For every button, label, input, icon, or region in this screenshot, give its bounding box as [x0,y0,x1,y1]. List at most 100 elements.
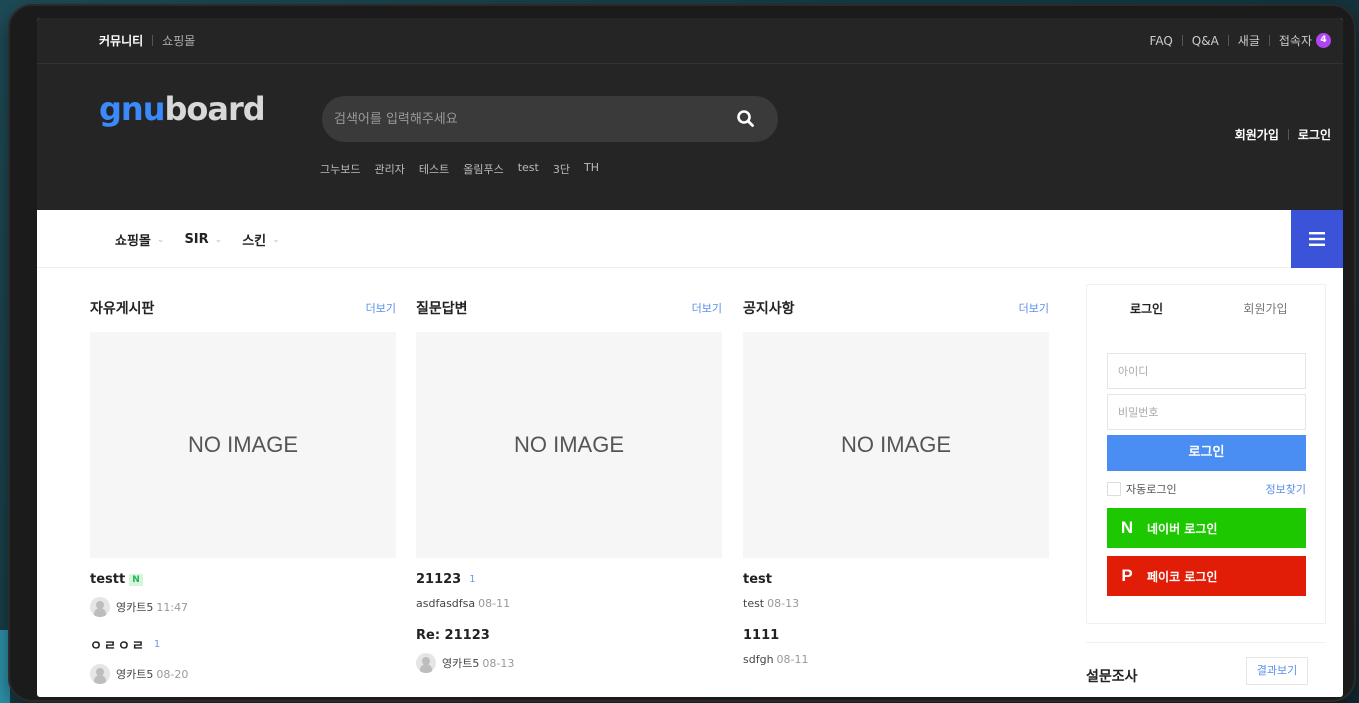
popular-keyword[interactable]: TH [584,161,599,177]
board-free: 자유게시판 더보기 NO IMAGE testt N 영카트5 11:47 ㅇㄹ… [90,298,396,684]
visitors-link[interactable]: 접속자 [1279,32,1312,49]
post-author[interactable]: asdfasdfsa [416,597,475,610]
nav-item-shop[interactable]: 쇼핑몰 ⌄ [115,230,164,249]
more-link[interactable]: 더보기 [692,300,722,316]
post-author[interactable]: 영카트5 [442,655,479,671]
post-title[interactable]: testt [90,572,125,587]
top-bar: 커뮤니티 쇼핑몰 FAQ Q&A 새글 접속자 4 [37,18,1343,64]
post-date: 08-13 [767,597,800,610]
tab-join[interactable]: 회원가입 [1206,285,1325,333]
list-item[interactable]: testt N 영카트5 11:47 [90,572,396,617]
menu-button[interactable] [1291,210,1343,268]
password-field[interactable] [1107,394,1306,430]
search-input[interactable] [334,106,714,132]
new-badge: N [129,573,143,586]
auto-login-checkbox[interactable]: 자동로그인 [1107,481,1177,497]
post-title[interactable]: test [743,572,772,587]
post-author[interactable]: 영카트5 [116,666,153,682]
board-qa: 질문답변 더보기 NO IMAGE 21123 1 asdfasdfsa 08-… [416,298,722,673]
divider [1227,35,1229,46]
faq-link[interactable]: FAQ [1150,34,1173,48]
site-logo[interactable]: gnuboard [99,90,266,128]
payco-login-label: 페이코 로그인 [1147,569,1218,584]
qa-link[interactable]: Q&A [1192,34,1219,48]
naver-login-button[interactable]: N 네이버 로그인 [1107,508,1306,548]
top-bar-right: FAQ Q&A 새글 접속자 4 [1150,32,1331,49]
popular-keyword[interactable]: 3단 [553,161,570,177]
logo-text-gnu: gnu [99,90,165,128]
login-button[interactable]: 로그인 [1107,435,1306,471]
payco-login-button[interactable]: P 페이코 로그인 [1107,556,1306,596]
thumbnail-placeholder[interactable]: NO IMAGE [743,332,1049,558]
avatar-icon [90,597,110,617]
board-title[interactable]: 질문답변 [416,298,468,318]
nav-items: 쇼핑몰 ⌄ SIR ⌄ 스킨 ⌄ [115,230,300,249]
latest-boards: 자유게시판 더보기 NO IMAGE testt N 영카트5 11:47 ㅇㄹ… [90,298,1049,703]
poll-title: 설문조사 [1086,669,1138,685]
post-date: 08-11 [776,653,809,666]
nav-item-sir[interactable]: SIR ⌄ [184,230,222,249]
login-tabs: 로그인 회원가입 [1087,285,1325,333]
post-date: 08-13 [482,656,515,670]
top-bar-left: 커뮤니티 쇼핑몰 [99,32,195,49]
post-date: 11:47 [156,600,189,614]
main-navigation: 쇼핑몰 ⌄ SIR ⌄ 스킨 ⌄ [37,210,1343,268]
popular-keyword[interactable]: 테스트 [419,161,449,177]
search-icon [737,110,754,127]
more-link[interactable]: 더보기 [366,300,396,316]
new-posts-link[interactable]: 새글 [1238,32,1260,49]
board-title[interactable]: 자유게시판 [90,298,154,318]
post-author[interactable]: 영카트5 [116,599,153,615]
login-options: 자동로그인 정보찾기 [1107,481,1306,497]
hamburger-icon [1309,232,1325,246]
list-item[interactable]: Re: 21123 영카트5 08-13 [416,628,722,673]
board-title[interactable]: 공지사항 [743,298,795,318]
list-item[interactable]: 1111 sdfgh 08-11 [743,628,1049,666]
chevron-down-icon: ⌄ [156,234,165,245]
visitor-count-badge: 4 [1316,33,1331,48]
popular-keyword[interactable]: 그누보드 [320,161,360,177]
more-link[interactable]: 더보기 [1019,300,1049,316]
payco-logo-icon: P [1121,566,1133,585]
list-item[interactable]: ㅇㄹㅇㄹ 1 영카트5 08-20 [90,635,396,684]
popular-keyword[interactable]: test [518,161,539,177]
board-header: 공지사항 더보기 [743,298,1049,318]
nav-item-label: 쇼핑몰 [115,234,151,249]
site-header: gnuboard 그누보드 관리자 테스트 올림푸스 test 3단 TH [37,64,1343,210]
comment-count: 1 [153,639,161,650]
list-item[interactable]: 21123 1 asdfasdfsa 08-11 [416,572,722,610]
post-title[interactable]: Re: 21123 [416,628,490,643]
post-author[interactable]: test [743,597,764,610]
thumbnail-placeholder[interactable]: NO IMAGE [90,332,396,558]
search-button[interactable] [736,109,756,129]
popular-keyword[interactable]: 올림푸스 [463,161,503,177]
thumbnail-placeholder[interactable]: NO IMAGE [416,332,722,558]
post-author[interactable]: sdfgh [743,653,774,666]
post-title[interactable]: 1111 [743,628,779,643]
tab-login[interactable]: 로그인 [1087,285,1206,333]
community-link[interactable]: 커뮤니티 [99,32,143,49]
post-title[interactable]: 21123 [416,572,461,587]
login-link[interactable]: 로그인 [1298,126,1331,143]
popular-keyword[interactable]: 관리자 [374,161,404,177]
chevron-down-icon: ⌄ [272,234,280,245]
post-title[interactable]: ㅇㄹㅇㄹ [90,635,146,654]
nav-item-skin[interactable]: 스킨 ⌄ [242,230,279,249]
find-info-link[interactable]: 정보찾기 [1266,481,1306,497]
shop-link[interactable]: 쇼핑몰 [162,32,195,49]
id-field[interactable] [1107,353,1306,389]
background-strip [0,630,10,703]
divider [1181,35,1183,46]
avatar-icon [90,664,110,684]
poll-result-button[interactable]: 결과보기 [1246,657,1308,685]
avatar-icon [416,653,436,673]
header-account-links: 회원가입 로그인 [1235,126,1331,143]
checkbox-icon [1107,482,1121,496]
chevron-down-icon: ⌄ [214,234,223,245]
list-item[interactable]: test test 08-13 [743,572,1049,610]
auto-login-label: 자동로그인 [1126,483,1177,496]
logo-text-board: board [164,90,265,128]
login-box: 로그인 회원가입 로그인 자동로그인 정보찾기 N 네이버 로그인 P 페이코 … [1086,284,1326,624]
divider [1268,35,1270,46]
join-link[interactable]: 회원가입 [1235,126,1279,143]
